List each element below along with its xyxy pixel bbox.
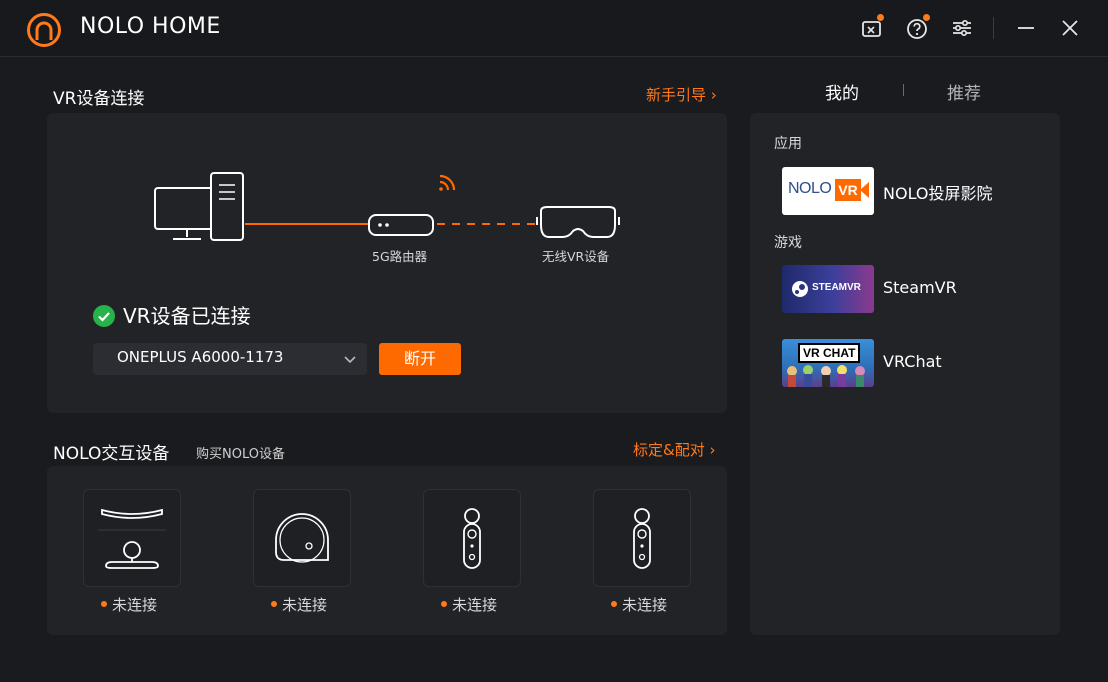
controller-icon xyxy=(633,508,651,569)
router-label: 5G路由器 xyxy=(372,249,428,264)
app-name: VRChat xyxy=(883,352,942,371)
close-icon[interactable] xyxy=(1058,16,1082,40)
tab-mine[interactable]: 我的 xyxy=(825,79,859,104)
thumb-text: STEAMVR xyxy=(812,282,861,293)
device-card[interactable] xyxy=(423,489,521,587)
device-card[interactable] xyxy=(253,489,351,587)
router-icon xyxy=(368,174,456,236)
status-dot xyxy=(611,600,617,607)
status-dot xyxy=(101,600,107,607)
device-status: 未连接 xyxy=(611,594,667,615)
device-select[interactable]: ONEPLUS A6000-1173 xyxy=(93,343,367,375)
device-card[interactable] xyxy=(593,489,691,587)
steam-icon xyxy=(792,281,808,297)
app-item-vrchat[interactable]: VR CHAT VRChat xyxy=(771,333,1041,393)
nolo-section-title: NOLO交互设备 xyxy=(53,444,170,464)
headset-marker-icon xyxy=(275,513,329,563)
steamvr-thumbnail: STEAMVR xyxy=(782,265,874,313)
vr-headset-icon xyxy=(536,206,620,238)
controller-icon xyxy=(463,508,481,569)
device-status-text: 未连接 xyxy=(622,596,668,614)
vrchat-thumbnail: VR CHAT xyxy=(782,339,874,387)
app-item-steamvr[interactable]: STEAMVR SteamVR xyxy=(771,259,1041,319)
connection-status: VR设备已连接 xyxy=(93,300,251,329)
headset-label: 无线VR设备 xyxy=(542,249,610,264)
device-status: 未连接 xyxy=(441,594,497,615)
apps-group-label: 应用 xyxy=(774,136,802,152)
device-status-text: 未连接 xyxy=(112,596,158,614)
nolo-vr-thumbnail: NOLO VR xyxy=(782,167,874,215)
app-window: NOLO HOME VR设备连接 新手引导 › 5G路由器 无线VR设备 VR设… xyxy=(0,0,1108,682)
thumb-text: NOLO xyxy=(788,180,832,197)
base-station-icon xyxy=(98,508,166,569)
minimize-icon[interactable] xyxy=(1014,16,1038,40)
settings-sliders-icon[interactable] xyxy=(950,16,974,40)
tab-divider xyxy=(903,84,904,96)
app-title: NOLO HOME xyxy=(80,14,221,39)
device-card[interactable] xyxy=(83,489,181,587)
disconnect-button[interactable]: 断开 xyxy=(379,343,461,375)
app-name: SteamVR xyxy=(883,278,957,297)
pc-icon xyxy=(154,172,244,241)
title-bar: NOLO HOME xyxy=(0,0,1108,57)
status-dot xyxy=(271,600,277,607)
buy-nolo-link[interactable]: 购买NOLO设备 xyxy=(196,443,285,462)
avatars-illustration xyxy=(787,365,865,387)
nolo-logo-icon xyxy=(27,13,61,47)
titlebar-divider xyxy=(993,17,994,39)
beginner-guide-link[interactable]: 新手引导 › xyxy=(646,84,717,105)
connection-status-text: VR设备已连接 xyxy=(123,304,251,328)
device-status-text: 未连接 xyxy=(282,596,328,614)
thumb-badge: VR xyxy=(835,179,861,201)
connection-diagram xyxy=(154,172,620,241)
device-status: 未连接 xyxy=(101,594,157,615)
notification-dot xyxy=(877,14,884,21)
check-icon xyxy=(93,304,115,327)
device-select-value: ONEPLUS A6000-1173 xyxy=(117,348,284,366)
app-name: NOLO投屏影院 xyxy=(883,184,993,203)
app-item-nolo-cinema[interactable]: NOLO VR NOLO投屏影院 xyxy=(771,161,1041,221)
vr-section-title: VR设备连接 xyxy=(53,89,145,109)
device-status-text: 未连接 xyxy=(452,596,498,614)
games-group-label: 游戏 xyxy=(774,235,802,251)
status-dot xyxy=(441,600,447,607)
camera-icon xyxy=(860,182,869,198)
notification-dot xyxy=(923,14,930,21)
chevron-down-icon xyxy=(344,356,356,364)
device-status: 未连接 xyxy=(271,594,327,615)
tab-recommend[interactable]: 推荐 xyxy=(947,79,981,104)
calibrate-pair-link[interactable]: 标定&配对 › xyxy=(633,439,715,460)
thumb-text: VR CHAT xyxy=(798,343,861,363)
